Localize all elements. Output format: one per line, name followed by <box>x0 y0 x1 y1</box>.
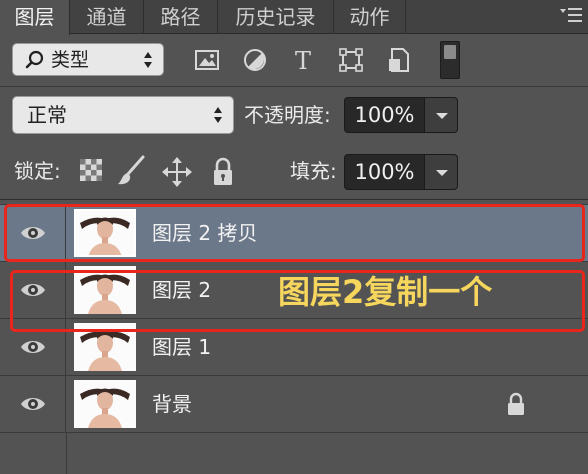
eye-icon <box>21 227 45 239</box>
visibility-toggle[interactable] <box>0 376 66 433</box>
lock-icon <box>508 392 524 415</box>
layer-thumbnail <box>74 266 136 314</box>
lock-position-icon[interactable] <box>162 155 192 189</box>
annotation-text: 图层2复制一个 <box>278 273 493 311</box>
tab-paths[interactable]: 路径 <box>144 0 218 34</box>
layer-name: 图层 2 <box>152 278 212 302</box>
filter-divider <box>0 86 588 87</box>
filter-kind-select[interactable]: 类型 <box>12 43 164 76</box>
updown-chevron-icon <box>214 107 222 123</box>
layer-name: 图层 1 <box>152 335 212 359</box>
lock-image-icon[interactable] <box>116 154 146 188</box>
image-filter-icon[interactable] <box>192 45 222 75</box>
layer-thumbnail <box>74 209 136 257</box>
fill-input[interactable]: 100% <box>344 154 424 190</box>
layers-empty-area <box>0 432 588 474</box>
search-icon <box>25 50 44 69</box>
layers-list: 图层 2 拷贝 图层 2 图层 1 背景 <box>0 200 588 474</box>
eye-icon <box>21 284 45 296</box>
lock-transparent-icon[interactable] <box>78 157 104 183</box>
fill-label: 填充: <box>290 159 337 183</box>
tab-channels[interactable]: 通道 <box>70 0 144 34</box>
lock-all-icon[interactable] <box>208 155 238 189</box>
tab-layers[interactable]: 图层 <box>0 0 70 35</box>
eye-icon <box>21 398 45 410</box>
layer-row[interactable]: 背景 <box>0 375 588 433</box>
lock-label: 锁定: <box>14 159 61 183</box>
layer-row[interactable]: 图层 1 <box>0 318 588 376</box>
type-filter-icon[interactable]: T <box>288 45 318 75</box>
filter-toggle-icon[interactable] <box>440 41 460 79</box>
eye-icon <box>21 341 45 353</box>
opacity-label: 不透明度: <box>244 103 331 127</box>
tab-history[interactable]: 历史记录 <box>218 0 334 34</box>
blend-mode-label: 正常 <box>27 103 67 127</box>
shape-filter-icon[interactable] <box>336 45 366 75</box>
filter-kind-label: 类型 <box>51 49 90 71</box>
tab-actions[interactable]: 动作 <box>334 0 406 34</box>
panel-tab-bar: 图层 通道 路径 历史记录 动作 <box>0 0 588 35</box>
layer-name: 背景 <box>152 392 192 416</box>
layer-name: 图层 2 拷贝 <box>152 221 258 245</box>
visibility-toggle[interactable] <box>0 262 66 319</box>
layer-row[interactable]: 图层 2 拷贝 <box>0 204 588 262</box>
updown-chevron-icon <box>144 52 152 68</box>
layer-thumbnail <box>74 380 136 428</box>
adjustment-filter-icon[interactable] <box>240 45 270 75</box>
visibility-toggle[interactable] <box>0 205 66 262</box>
smart-object-filter-icon[interactable] <box>384 45 414 75</box>
opacity-input[interactable]: 100% <box>344 97 424 133</box>
svg-text:T: T <box>295 47 311 75</box>
fill-dropdown-button[interactable] <box>424 154 458 190</box>
layer-thumbnail <box>74 323 136 371</box>
panel-menu-icon[interactable] <box>560 6 582 24</box>
visibility-toggle[interactable] <box>0 319 66 376</box>
blend-mode-select[interactable]: 正常 <box>12 96 234 134</box>
opacity-dropdown-button[interactable] <box>424 97 458 133</box>
